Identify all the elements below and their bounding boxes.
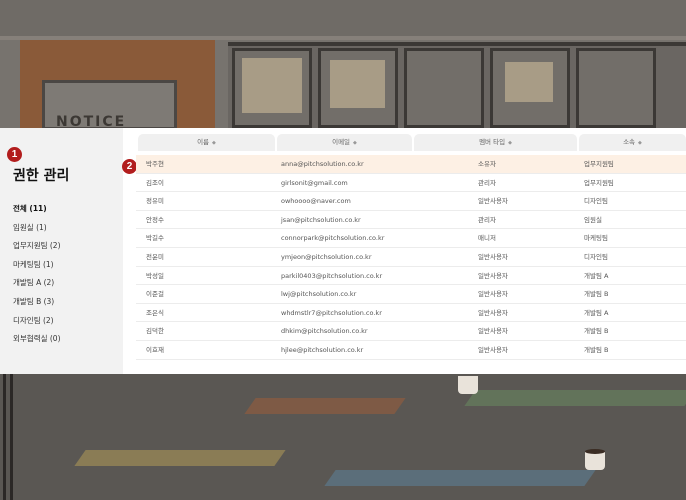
background-floor-strip <box>244 398 406 414</box>
nav-item-external[interactable]: 외부협력실 (0) <box>13 330 61 349</box>
column-header-department-label: 소속 <box>623 138 636 146</box>
cell-email: jsan@pitchsolution.co.kr <box>281 215 361 224</box>
cell-department: 마케팅팀 <box>584 234 608 243</box>
cell-email: ymjeon@pitchsolution.co.kr <box>281 252 372 261</box>
background-mug-coffee <box>585 449 605 454</box>
department-sidebar: 1 권한 관리 전체 (11) 임원실 (1) 업무지원팀 (2) 마케팅팀 (… <box>0 128 123 374</box>
cell-member-type: 매니저 <box>478 234 496 243</box>
cell-name: 박길수 <box>146 234 164 243</box>
cell-member-type: 일반사용자 <box>478 197 508 206</box>
cell-email: girlsonit@gmail.com <box>281 178 348 187</box>
table-row[interactable]: 조은식 whdmstlr7@pitchsolution.co.kr 일반사용자 개발팀… <box>136 304 686 323</box>
cell-email: hjlee@pitchsolution.co.kr <box>281 345 364 354</box>
table-body: 박주현 anna@pitchsolution.co.kr 소유자 업무지원팀 김조이 gi… <box>136 155 686 360</box>
table-row[interactable]: 안정수 jsan@pitchsolution.co.kr 관리자 임원실 <box>136 211 686 230</box>
cell-department: 개발팀 A <box>584 271 609 280</box>
cell-department: 업무지원팀 <box>584 178 614 187</box>
cell-department: 개발팀 B <box>584 290 609 299</box>
background-lamp-pole <box>10 374 13 500</box>
sort-icon: ◆ <box>212 140 216 146</box>
cell-department: 임원실 <box>584 215 602 224</box>
table-row[interactable]: 전윤미 ymjeon@pitchsolution.co.kr 일반사용자 디자인팀 <box>136 248 686 267</box>
nav-item-design[interactable]: 디자인팀 (2) <box>13 312 61 331</box>
table-row[interactable]: 박주현 anna@pitchsolution.co.kr 소유자 업무지원팀 <box>136 155 686 174</box>
sort-icon: ◆ <box>638 140 642 146</box>
cell-member-type: 일반사용자 <box>478 252 508 261</box>
column-header-member-type[interactable]: 멤버 타입 ◆ <box>414 134 577 151</box>
cell-member-type: 일반사용자 <box>478 271 508 280</box>
cell-department: 디자인팀 <box>584 252 608 261</box>
nav-item-executive[interactable]: 임원실 (1) <box>13 219 61 238</box>
department-nav: 전체 (11) 임원실 (1) 업무지원팀 (2) 마케팅팀 (1) 개발팀 A… <box>13 200 61 349</box>
cell-email: lwj@pitchsolution.co.kr <box>281 290 357 299</box>
table-row[interactable]: 이효재 hjlee@pitchsolution.co.kr 일반사용자 개발팀 B <box>136 341 686 360</box>
panel-title: 권한 관리 <box>13 168 70 184</box>
cell-member-type: 관리자 <box>478 215 496 224</box>
table-row[interactable]: 김조이 girlsonit@gmail.com 관리자 업무지원팀 <box>136 174 686 193</box>
cell-email: parkil0403@pitchsolution.co.kr <box>281 271 383 280</box>
cell-name: 김덕한 <box>146 327 164 336</box>
cell-member-type: 일반사용자 <box>478 308 508 317</box>
background-shelf-cube <box>404 48 484 128</box>
step-2-badge: 2 <box>122 159 137 174</box>
column-header-department[interactable]: 소속 ◆ <box>579 134 686 151</box>
cell-name: 조은식 <box>146 308 164 317</box>
step-1-badge: 1 <box>7 147 22 162</box>
background-floor-strip <box>324 470 596 486</box>
background-floor-strip <box>464 390 686 406</box>
background-lamp <box>0 374 14 500</box>
cell-name: 박성일 <box>146 271 164 280</box>
cell-email: whdmstlr7@pitchsolution.co.kr <box>281 308 382 317</box>
background-shelf-cube <box>576 48 656 128</box>
cell-email: dhkim@pitchsolution.co.kr <box>281 327 368 336</box>
cell-member-type: 관리자 <box>478 178 496 187</box>
background-mug <box>458 376 478 394</box>
column-header-name-label: 이름 <box>197 138 210 146</box>
cell-member-type: 일반사용자 <box>478 290 508 299</box>
nav-item-dev-a[interactable]: 개발팀 A (2) <box>13 274 61 293</box>
cell-email: connorpark@pitchsolution.co.kr <box>281 234 385 243</box>
cell-email: anna@pitchsolution.co.kr <box>281 160 364 168</box>
table-header: 이름 ◆ 이메일 ◆ 멤버 타입 ◆ 소속 ◆ <box>136 134 686 151</box>
cell-department: 개발팀 A <box>584 308 609 317</box>
cell-email: owhoooo@naver.com <box>281 197 351 206</box>
table-row[interactable]: 이준걸 lwj@pitchsolution.co.kr 일반사용자 개발팀 B <box>136 285 686 304</box>
nav-item-all[interactable]: 전체 (11) <box>13 200 61 219</box>
table-row[interactable]: 김덕한 dhkim@pitchsolution.co.kr 일반사용자 개발팀 B <box>136 322 686 341</box>
nav-item-dev-b[interactable]: 개발팀 B (3) <box>13 293 61 312</box>
column-header-member-type-label: 멤버 타입 <box>479 138 506 146</box>
background-ceiling <box>0 0 686 38</box>
nav-item-marketing[interactable]: 마케팅팀 (1) <box>13 256 61 275</box>
nav-item-support[interactable]: 업무지원팀 (2) <box>13 237 61 256</box>
background-box <box>505 62 553 102</box>
cell-name: 이효재 <box>146 345 164 354</box>
cell-name: 김조이 <box>146 178 164 187</box>
cell-name: 안정수 <box>146 215 164 224</box>
table-row[interactable]: 박길수 connorpark@pitchsolution.co.kr 매니저 마케팅팀 <box>136 229 686 248</box>
column-header-email[interactable]: 이메일 ◆ <box>277 134 412 151</box>
sort-icon: ◆ <box>353 140 357 146</box>
cell-name: 박주현 <box>146 160 164 168</box>
background-box <box>242 58 302 113</box>
table-row[interactable]: 박성일 parkil0403@pitchsolution.co.kr 일반사용자 개발… <box>136 267 686 286</box>
cell-department: 업무지원팀 <box>584 160 614 168</box>
cell-department: 개발팀 B <box>584 345 609 354</box>
cell-member-type: 일반사용자 <box>478 345 508 354</box>
table-row[interactable]: 정유미 owhoooo@naver.com 일반사용자 디자인팀 <box>136 192 686 211</box>
cell-name: 전윤미 <box>146 252 164 261</box>
cell-department: 개발팀 B <box>584 327 609 336</box>
sort-icon: ◆ <box>508 140 512 146</box>
column-header-name[interactable]: 이름 ◆ <box>138 134 275 151</box>
column-header-email-label: 이메일 <box>332 138 351 146</box>
cell-department: 디자인팀 <box>584 197 608 206</box>
cell-member-type: 일반사용자 <box>478 327 508 336</box>
background-mug <box>585 452 605 470</box>
cell-name: 정유미 <box>146 197 164 206</box>
cell-name: 이준걸 <box>146 290 164 299</box>
background-lamp-pole <box>3 374 6 500</box>
cell-member-type: 소유자 <box>478 160 496 168</box>
background-box <box>330 60 385 108</box>
background-floor-strip <box>74 450 286 466</box>
permission-panel: 1 권한 관리 전체 (11) 임원실 (1) 업무지원팀 (2) 마케팅팀 (… <box>0 128 686 374</box>
